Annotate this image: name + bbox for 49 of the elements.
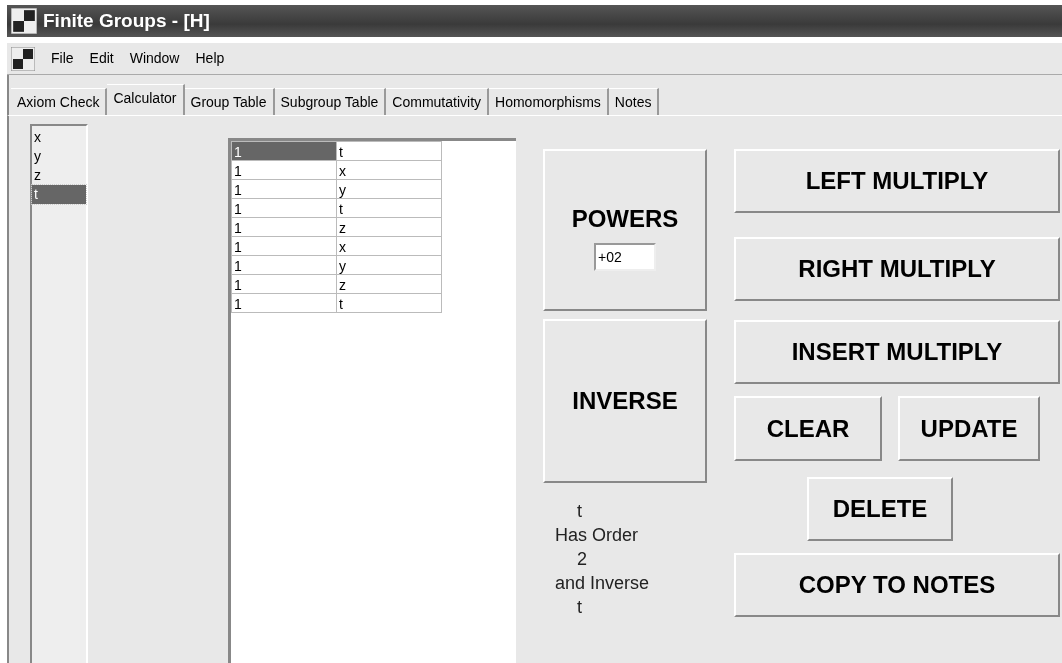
result-text: t [576, 596, 583, 619]
grid-cell[interactable]: 1 [231, 179, 337, 199]
result-text: Has Order [555, 524, 640, 547]
action-button[interactable]: LEFT MULTIPLY [734, 149, 1060, 213]
grid-cell[interactable]: 1 [231, 236, 337, 256]
action-button[interactable]: DELETE [807, 477, 953, 541]
grid-cell[interactable]: y [336, 255, 442, 275]
inverse-button[interactable]: INVERSE [543, 319, 707, 483]
grid-cell[interactable]: y [336, 179, 442, 199]
action-button[interactable]: COPY TO NOTES [734, 553, 1060, 617]
grid-cell[interactable]: 1 [231, 274, 337, 294]
list-item[interactable]: y [32, 147, 86, 166]
grid-cell[interactable]: 1 [231, 255, 337, 275]
menu-item[interactable]: File [51, 48, 74, 69]
grid-cell[interactable]: 1 [231, 217, 337, 237]
tab[interactable]: Subgroup Table [274, 88, 387, 115]
action-button[interactable]: RIGHT MULTIPLY [734, 237, 1060, 301]
window-title: Finite Groups - [H] [43, 8, 210, 33]
tab[interactable]: Commutativity [386, 88, 490, 115]
grid-cell[interactable]: 1 [231, 160, 337, 180]
action-button[interactable]: UPDATE [898, 396, 1040, 461]
grid-cell[interactable]: 1 [231, 293, 337, 313]
list-item[interactable]: z [32, 166, 86, 185]
grid-cell[interactable]: z [336, 217, 442, 237]
grid-cell[interactable]: t [336, 293, 442, 313]
grid-cell[interactable]: z [336, 274, 442, 294]
result-text: t [576, 500, 583, 523]
menu-item[interactable]: Window [129, 48, 180, 69]
action-button[interactable]: CLEAR [734, 396, 882, 461]
menu-item[interactable]: Help [195, 48, 225, 69]
tab[interactable]: Homomorphisms [489, 88, 609, 115]
tab[interactable]: Notes [608, 88, 660, 115]
tab[interactable]: Calculator [107, 84, 185, 115]
tab[interactable]: Axiom Check [11, 88, 108, 115]
list-item[interactable]: x [32, 128, 86, 147]
grid-cell[interactable]: 1 [231, 141, 337, 161]
result-text: and Inverse [555, 572, 651, 595]
grid-cell[interactable]: x [336, 160, 442, 180]
grid-cell[interactable]: x [336, 236, 442, 256]
grid-cell[interactable]: t [336, 198, 442, 218]
action-button[interactable]: INSERT MULTIPLY [734, 320, 1060, 384]
tab[interactable]: Group Table [184, 88, 275, 115]
grid-cell[interactable]: 1 [231, 198, 337, 218]
list-item[interactable]: t [32, 185, 86, 204]
grid-cell[interactable]: t [336, 141, 442, 161]
powers-button[interactable]: POWERS +02 [543, 149, 707, 311]
result-text: 2 [576, 548, 588, 571]
power-field[interactable]: +02 [594, 243, 656, 271]
menu-item[interactable]: Edit [89, 48, 114, 69]
